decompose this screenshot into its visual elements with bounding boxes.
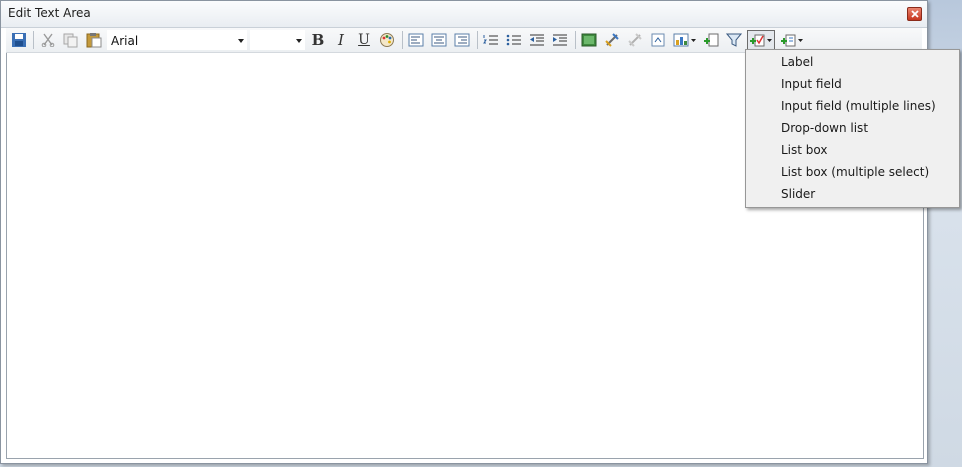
menu-item-input-field[interactable]: Input field — [781, 73, 842, 95]
object-icon — [651, 33, 665, 47]
insert-control-dropdown[interactable] — [747, 30, 775, 50]
copy-icon — [63, 33, 78, 48]
form-control-icon — [750, 34, 772, 47]
bold-icon: B — [311, 31, 325, 49]
toolbar-separator — [477, 31, 478, 49]
filter-icon — [726, 33, 742, 47]
toolbar-separator — [402, 31, 403, 49]
title-bar: Edit Text Area — [1, 1, 927, 28]
text-color-button[interactable] — [377, 30, 397, 50]
menu-item-input-field-multiline[interactable]: Input field (multiple lines) — [781, 95, 936, 117]
insert-chart-dropdown[interactable] — [671, 30, 699, 50]
chevron-down-icon — [296, 39, 302, 43]
menu-item-slider[interactable]: Slider — [781, 183, 815, 205]
copy-button[interactable] — [61, 30, 81, 50]
font-family-select[interactable]: Arial — [107, 30, 247, 50]
bullet-list-button[interactable] — [504, 30, 524, 50]
close-icon — [911, 10, 919, 18]
menu-item-list-box[interactable]: List box — [781, 139, 827, 161]
menu-item-label[interactable]: Label — [781, 51, 813, 73]
decrease-indent-button[interactable] — [527, 30, 547, 50]
indent-icon — [553, 34, 567, 46]
align-right-button[interactable] — [452, 30, 472, 50]
align-center-icon — [431, 33, 447, 47]
close-button[interactable] — [907, 7, 922, 21]
scissors-icon — [41, 33, 55, 47]
image-icon — [581, 33, 597, 47]
underline-button[interactable]: U — [354, 30, 374, 50]
align-left-button[interactable] — [406, 30, 426, 50]
save-button[interactable] — [9, 30, 29, 50]
paste-icon — [86, 33, 102, 48]
link-icon — [605, 33, 619, 47]
bullet-list-icon — [506, 34, 521, 46]
palette-icon — [380, 33, 394, 47]
numbered-list-button[interactable] — [481, 30, 501, 50]
menu-item-dropdown-list[interactable]: Drop-down list — [781, 117, 868, 139]
align-right-icon — [454, 33, 470, 47]
bold-button[interactable]: B — [308, 30, 328, 50]
align-center-button[interactable] — [429, 30, 449, 50]
toolbar-separator — [575, 31, 576, 49]
menu-item-list-box-multiselect[interactable]: List box (multiple select) — [781, 161, 929, 183]
filter-button[interactable] — [724, 30, 744, 50]
underline-icon: U — [358, 32, 370, 48]
chart-icon — [673, 33, 696, 47]
toolbar-separator — [33, 31, 34, 49]
insert-control-menu: Label Input field Input field (multiple … — [745, 49, 960, 208]
window-title: Edit Text Area — [8, 6, 91, 20]
save-icon — [12, 33, 26, 47]
outdent-icon — [530, 34, 544, 46]
remove-link-button[interactable] — [625, 30, 645, 50]
insert-link-button[interactable] — [602, 30, 622, 50]
paste-button[interactable] — [84, 30, 104, 50]
align-left-icon — [408, 33, 424, 47]
insert-variable-dropdown[interactable] — [778, 30, 806, 50]
font-family-value: Arial — [111, 34, 139, 48]
chevron-down-icon — [238, 39, 244, 43]
unlink-icon — [628, 33, 642, 47]
insert-object-button[interactable] — [648, 30, 668, 50]
insert-field-button[interactable] — [701, 30, 721, 50]
increase-indent-button[interactable] — [550, 30, 570, 50]
italic-icon: I — [338, 31, 344, 49]
variable-icon — [781, 34, 803, 47]
insert-image-button[interactable] — [579, 30, 599, 50]
font-size-select[interactable] — [250, 30, 305, 50]
italic-button[interactable]: I — [331, 30, 351, 50]
numbered-list-icon — [483, 35, 498, 45]
cut-button[interactable] — [38, 30, 58, 50]
insert-field-icon — [704, 33, 719, 47]
